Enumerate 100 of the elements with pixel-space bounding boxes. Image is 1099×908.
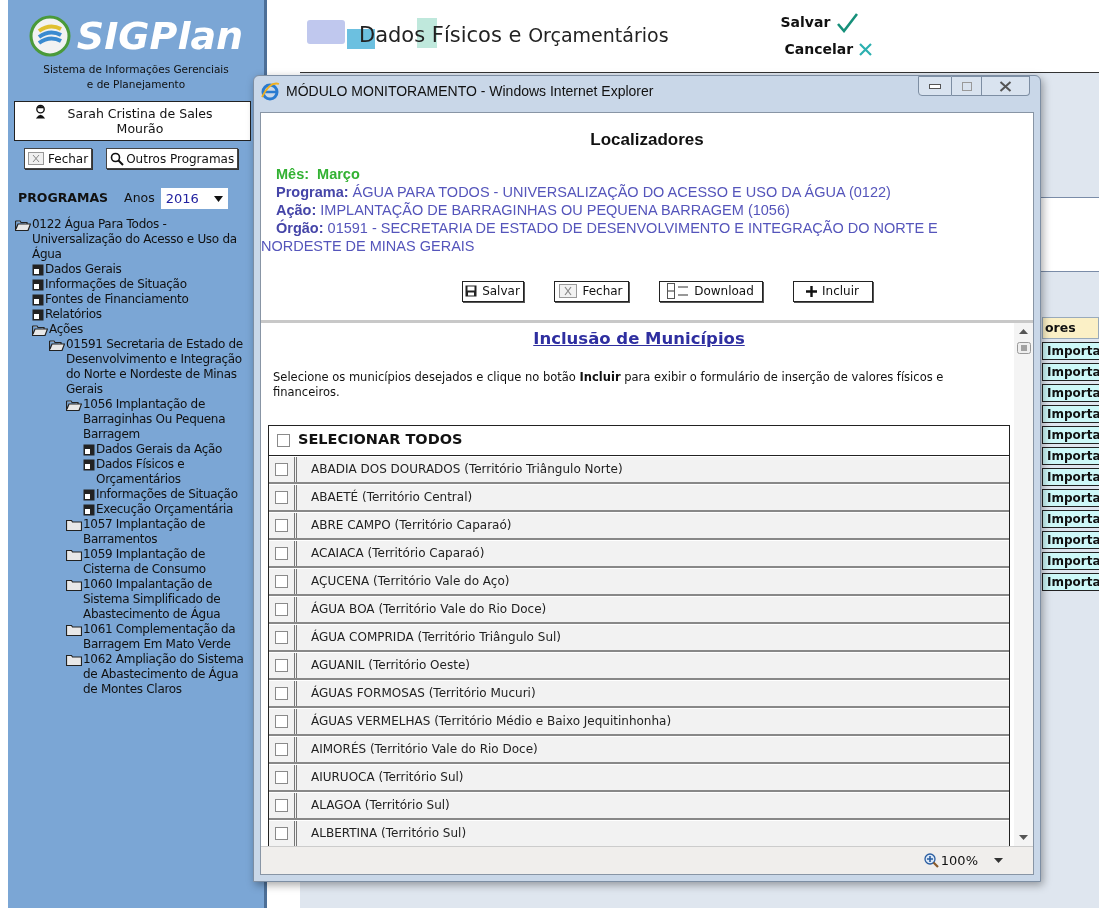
tree-item[interactable]: 1062 Ampliação do Sistema de Abastecimento de Água de Montes Claros (83, 652, 245, 697)
checkbox[interactable] (275, 798, 288, 812)
tree-item[interactable]: 01591 Secretaria de Estado de Desenvolvimento e Integração do Norte e Nordeste de Minas Gerais (66, 337, 245, 397)
municipality-label: ALBERTINA (Território Sul) (310, 825, 467, 843)
import-button[interactable]: Importa (1042, 531, 1099, 549)
toolbar-button[interactable]: Incluir (792, 280, 873, 302)
tree-item[interactable]: Dados Gerais (45, 262, 122, 277)
municipality-label: ÁGUA BOA (Território Vale do Rio Doce) (310, 600, 547, 619)
tree-item[interactable]: 1059 Implantação de Cisterna de Consumo (83, 547, 245, 577)
year-select[interactable]: 2016 (160, 188, 228, 209)
municipality-label: ÁGUAS FORMOSAS (Território Mucuri) (310, 684, 536, 703)
minimize-button[interactable] (918, 76, 952, 96)
checkbox[interactable] (275, 518, 288, 532)
info-line: Programa: ÁGUA PARA TODOS - UNIVERSALIZAÇÃO DO ACESSO E USO DA ÁGUA (0122) (276, 182, 892, 201)
checkbox[interactable] (275, 630, 288, 644)
checkbox[interactable] (275, 574, 288, 588)
open-folder-icon[interactable] (66, 399, 82, 411)
page-icon (32, 279, 44, 291)
folder-icon[interactable] (66, 549, 82, 561)
checkbox[interactable] (275, 770, 288, 784)
import-button[interactable]: Importa (1042, 573, 1099, 591)
page-icon (32, 294, 44, 306)
toolbar-button[interactable]: Fechar (553, 280, 629, 302)
tree-item[interactable]: 0122 Água Para Todos - Universalização do Acesso e Uso da Água (32, 217, 245, 262)
browser-icon (260, 81, 280, 101)
import-button[interactable]: Importa (1042, 363, 1099, 381)
zoom-control[interactable]: 100% (923, 850, 978, 871)
minimize-icon (929, 83, 941, 89)
checkbox[interactable] (275, 658, 288, 672)
import-button[interactable]: Importa (1042, 384, 1099, 402)
logo-text: SIGPlan (76, 14, 244, 58)
popup-heading: Localizadores (589, 129, 705, 151)
tree-item[interactable]: 1060 Impalantação de Sistema Simplificado de Abastecimento de Água (83, 577, 245, 622)
tree-item[interactable]: 1056 Implantação de Barraginhas Ou Pequena Barragem (83, 397, 245, 442)
caret-icon (213, 195, 223, 202)
open-folder-icon[interactable] (49, 339, 65, 351)
open-folder-icon[interactable] (15, 219, 31, 231)
checkbox[interactable] (275, 462, 288, 476)
municipality-label: AÇUCENA (Território Vale do Aço) (310, 573, 510, 591)
tree-item[interactable]: Informações de Situação (96, 487, 238, 502)
tree-item[interactable]: Ações (49, 322, 84, 337)
logo-subtitle: Sistema de Informações Gerenciais e de Planejamento (42, 62, 230, 92)
import-button[interactable]: Importa (1042, 426, 1099, 444)
close-button[interactable] (982, 76, 1030, 96)
tree-item[interactable]: Informações de Situação (45, 277, 187, 292)
tree-item[interactable]: Dados Físicos e Orçamentários (96, 457, 245, 487)
search-icon (110, 151, 125, 166)
list-icon (667, 283, 690, 299)
scroll-down-icon[interactable] (1019, 835, 1028, 840)
import-button[interactable]: Importa (1042, 468, 1099, 486)
scroll-up-icon[interactable] (1019, 329, 1028, 334)
checkbox[interactable] (275, 826, 288, 840)
import-button[interactable]: Importa (1042, 447, 1099, 465)
table-tab[interactable]: ores (1042, 317, 1099, 339)
tree-item[interactable]: Execução Orçamentária (96, 502, 234, 517)
import-button[interactable]: Importa (1042, 552, 1099, 570)
municipality-label: ÁGUAS VERMELHAS (Território Médio e Baixo Jequitinhonha) (310, 712, 672, 731)
tree-item[interactable]: Relatórios (45, 307, 102, 322)
checkbox[interactable] (277, 433, 290, 447)
close-icon (28, 152, 44, 165)
other-programs-button[interactable]: Outros Programas (106, 148, 239, 169)
municipality-label: ALAGOA (Território Sul) (310, 797, 450, 815)
close-button[interactable]: Fechar (24, 148, 93, 169)
year-label: Anos (124, 189, 155, 208)
save-link[interactable]: Salvar (780, 12, 859, 33)
caret-icon[interactable] (994, 858, 1003, 863)
page-icon (32, 264, 44, 276)
import-button[interactable]: Importa (1042, 510, 1099, 528)
scroll-grip-icon[interactable] (1016, 342, 1031, 354)
import-button[interactable]: Importa (1042, 489, 1099, 507)
folder-icon[interactable] (66, 519, 82, 531)
scrollbar[interactable] (1014, 323, 1033, 846)
toolbar-button[interactable]: Download (658, 280, 763, 302)
folder-icon[interactable] (66, 624, 82, 636)
instructions-text: Selecione os municípios desejados e clique no botão Incluir para exibir o formulário de inserção de valores físicos e financeiros. (272, 369, 945, 400)
import-button[interactable]: Importa (1042, 405, 1099, 423)
select-all-label: SELECIONAR TODOS (298, 430, 463, 450)
checkbox[interactable] (275, 490, 288, 504)
import-button[interactable]: Importa (1042, 342, 1099, 360)
checkbox[interactable] (275, 742, 288, 756)
close-icon (999, 80, 1012, 92)
tree-item[interactable]: 1057 Implantação de Barramentos (83, 517, 245, 547)
checkbox[interactable] (275, 602, 288, 616)
tree-item[interactable]: Fontes de Financiamento (45, 292, 189, 307)
month-label: Mês: (276, 164, 310, 183)
section-title-link[interactable]: Inclusão de Municípios (533, 329, 745, 348)
checkbox[interactable] (275, 686, 288, 700)
checkbox[interactable] (275, 714, 288, 728)
checkbox[interactable] (275, 546, 288, 560)
window-title: MÓDULO MONITORAMENTO - Windows Internet Explorer (286, 81, 654, 101)
municipality-label: AIURUOCA (Território Sul) (310, 769, 464, 787)
checkmark-icon (836, 12, 859, 33)
folder-icon[interactable] (66, 579, 82, 591)
user-icon (35, 104, 47, 119)
open-folder-icon[interactable] (32, 324, 48, 336)
toolbar-button[interactable]: Salvar (461, 280, 524, 302)
tree-item[interactable]: Dados Gerais da Ação (96, 442, 223, 457)
cancel-link[interactable]: Cancelar (784, 39, 873, 60)
folder-icon[interactable] (66, 654, 82, 666)
tree-item[interactable]: 1061 Complementação da Barragem Em Mato Verde (83, 622, 245, 652)
